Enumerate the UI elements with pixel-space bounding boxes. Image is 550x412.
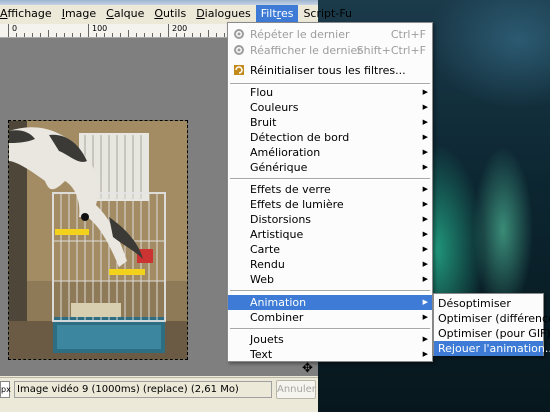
ruler-tick [208, 30, 209, 37]
status-message: Image vidéo 9 (1000ms) (replace) (2,61 M… [14, 381, 272, 398]
ruler-tick [152, 33, 153, 37]
menu-affichage[interactable]: Affichage [0, 5, 57, 23]
menu-filtres[interactable]: Filtres [255, 5, 299, 23]
menu-outils[interactable]: Outils [149, 5, 191, 23]
submenu-arrow-icon: ▶ [422, 88, 428, 96]
animation-submenu: Désoptimiser Optimiser (différence) Opti… [433, 293, 550, 356]
ruler-tick [16, 33, 17, 37]
photo-image [9, 121, 187, 359]
reset-icon [234, 65, 244, 75]
menu-item-text[interactable]: Text ▶ [228, 347, 432, 362]
menu-image[interactable]: Image [57, 5, 101, 23]
statusbar: px Image vidéo 9 (1000ms) (replace) (2,6… [0, 377, 318, 399]
cancel-button[interactable]: Annuler [276, 380, 316, 399]
filters-menu: Répéter le dernier Ctrl+F Réafficher le … [227, 22, 433, 362]
submenu-item-desoptimiser[interactable]: Désoptimiser [434, 296, 543, 311]
menu-item-carte[interactable]: Carte ▶ [228, 242, 432, 257]
ruler-tick [160, 33, 161, 37]
menubar: Affichage Image Calque Outils Dialogues … [0, 5, 352, 23]
submenu-item-rejouer-animation[interactable]: Rejouer l'animation... [434, 341, 550, 356]
submenu-arrow-icon: ▶ [422, 148, 428, 156]
submenu-arrow-icon: ▶ [422, 275, 428, 283]
submenu-arrow-icon: ▶ [422, 335, 428, 343]
ruler-tick [168, 24, 169, 37]
ruler-tick [88, 24, 89, 37]
menu-item-distorsions[interactable]: Distorsions ▶ [228, 212, 432, 227]
ruler-tick [104, 33, 105, 37]
menu-item-couleurs[interactable]: Couleurs ▶ [228, 100, 432, 115]
menu-item-effets-de-lumiere[interactable]: Effets de lumière ▶ [228, 197, 432, 212]
menu-item-web[interactable]: Web ▶ [228, 272, 432, 287]
menu-item-flou[interactable]: Flou ▶ [228, 85, 432, 100]
ruler-tick [200, 33, 201, 37]
menu-item-reset-all[interactable]: Réinitialiser tous les filtres... [228, 63, 432, 78]
menu-item-rendu[interactable]: Rendu ▶ [228, 257, 432, 272]
menu-separator [230, 178, 430, 180]
ruler-label: 100 [92, 24, 108, 33]
submenu-arrow-icon: ▶ [422, 103, 428, 111]
submenu-arrow-icon: ▶ [422, 163, 428, 171]
ruler-label: 200 [172, 24, 188, 33]
submenu-arrow-icon: ▶ [422, 260, 428, 268]
menu-item-jouets[interactable]: Jouets ▶ [228, 332, 432, 347]
submenu-arrow-icon: ▶ [422, 245, 428, 253]
ruler-tick [96, 33, 97, 37]
ruler-tick [80, 33, 81, 37]
gear-icon [234, 29, 244, 39]
ruler-tick [24, 33, 25, 37]
menu-dialogues[interactable]: Dialogues [191, 5, 256, 23]
submenu-arrow-icon: ▶ [422, 133, 428, 141]
ruler-tick [64, 33, 65, 37]
menu-script-fu[interactable]: Script-Fu [298, 5, 357, 23]
menu-item-detection-de-bord[interactable]: Détection de bord ▶ [228, 130, 432, 145]
menu-calque[interactable]: Calque [101, 5, 149, 23]
ruler-tick [72, 33, 73, 37]
ruler-tick [192, 33, 193, 37]
gear-icon [234, 45, 244, 55]
menu-item-repeat-last[interactable]: Répéter le dernier Ctrl+F [228, 27, 432, 42]
submenu-item-optimiser-gif[interactable]: Optimiser (pour GIF) [434, 326, 550, 341]
ruler-tick [40, 33, 41, 37]
submenu-arrow-icon: ▶ [422, 118, 428, 126]
submenu-arrow-icon: ▶ [422, 230, 428, 238]
ruler-tick [216, 33, 217, 37]
submenu-item-optimiser-difference[interactable]: Optimiser (différence) [434, 311, 550, 326]
ruler-tick [8, 24, 9, 37]
unit-selector[interactable]: px [0, 381, 11, 398]
menu-item-animation[interactable]: Animation ▶ [228, 295, 432, 310]
ruler-tick [112, 33, 113, 37]
ruler-tick [184, 33, 185, 37]
submenu-arrow-icon: ▶ [422, 298, 428, 306]
menu-item-combiner[interactable]: Combiner ▶ [228, 310, 432, 325]
submenu-arrow-icon: ▶ [422, 215, 428, 223]
menu-item-effets-de-verre[interactable]: Effets de verre ▶ [228, 182, 432, 197]
ruler-tick [48, 30, 49, 37]
submenu-arrow-icon: ▶ [422, 200, 428, 208]
ruler-label: 0 [12, 24, 18, 33]
cat-cage-photo [8, 120, 188, 360]
menu-item-artistique[interactable]: Artistique ▶ [228, 227, 432, 242]
ruler-tick [144, 33, 145, 37]
move-cross-icon[interactable]: ✥ [302, 362, 313, 375]
ruler-tick [224, 33, 225, 37]
menu-separator [230, 328, 430, 330]
submenu-arrow-icon: ▶ [422, 350, 428, 358]
ruler-tick [56, 33, 57, 37]
menu-item-amelioration[interactable]: Amélioration ▶ [228, 145, 432, 160]
ruler-tick [32, 33, 33, 37]
ruler-tick [120, 33, 121, 37]
menu-item-bruit[interactable]: Bruit ▶ [228, 115, 432, 130]
submenu-arrow-icon: ▶ [422, 185, 428, 193]
ruler-tick [176, 33, 177, 37]
ruler-tick [136, 33, 137, 37]
menu-item-generique[interactable]: Générique ▶ [228, 160, 432, 175]
submenu-arrow-icon: ▶ [422, 313, 428, 321]
menu-item-reshow-last[interactable]: Réafficher le dernier Shift+Ctrl+F [228, 43, 432, 58]
menu-separator [230, 290, 430, 292]
ruler-tick [128, 30, 129, 37]
